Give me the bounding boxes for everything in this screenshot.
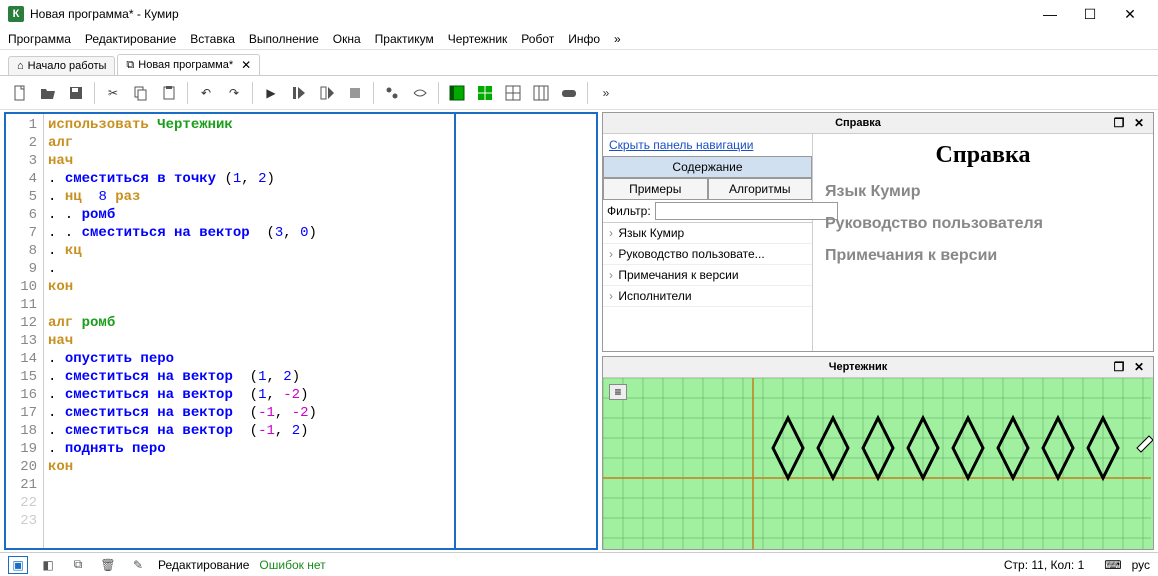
help-section-link[interactable]: Руководство пользователя [825,215,1141,233]
line-gutter: 1234567891011121314151617181920212223 [6,114,44,548]
title-bar: К Новая программа* - Кумир — ☐ ✕ [0,0,1158,28]
app-icon: К [8,6,24,22]
drawer-close-icon[interactable]: ✕ [1131,359,1147,375]
nav-tab-examples[interactable]: Примеры [603,178,708,200]
more-button[interactable]: » [594,81,618,105]
minimize-button[interactable]: — [1030,2,1070,26]
open-file-button[interactable] [36,81,60,105]
side-panels: Справка ❐ ✕ Скрыть панель навигации Соде… [598,110,1158,552]
code-editor[interactable]: использовать Чертежникалгнач. сместиться… [44,114,456,548]
tab-label: Новая программа* [138,59,233,71]
breakpoint-button[interactable] [380,81,404,105]
menu-Практикум[interactable]: Практикум [375,32,434,46]
paste-button[interactable] [157,81,181,105]
menu-Инфо[interactable]: Инфо [568,32,600,46]
help-panel-title: Справка [835,117,881,129]
drawer-panel: Чертежник ❐ ✕ ≡ [602,356,1154,550]
copy-button[interactable] [129,81,153,105]
maximize-button[interactable]: ☐ [1070,2,1110,26]
grid3-button[interactable] [501,81,525,105]
watch-button[interactable] [408,81,432,105]
undo-button[interactable]: ↶ [194,81,218,105]
status-errors: Ошибок нет [259,558,325,572]
status-bar: ▣ ◧ ⧉ 🗑 ✎ Редактирование Ошибок нет Стр:… [0,552,1158,576]
status-copy-icon[interactable]: ⧉ [68,556,88,574]
document-tabs: ⌂ Начало работы ⧉ Новая программа* ✕ [0,50,1158,76]
status-trash-icon[interactable]: 🗑 [98,556,118,574]
nav-tab-contents[interactable]: Содержание [603,156,812,178]
toolbar: ✂ ↶ ↷ ▶ » [0,76,1158,110]
filter-input[interactable] [655,202,838,220]
grid2-button[interactable] [473,81,497,105]
filter-label: Фильтр: [607,204,651,218]
help-tree-item[interactable]: › Руководство пользовате... [603,244,812,265]
menu-Выполнение[interactable]: Выполнение [249,32,319,46]
help-close-icon[interactable]: ✕ [1131,115,1147,131]
console-icon[interactable]: ▣ [8,556,28,574]
drawer-panel-title: Чертежник [829,361,888,373]
tab-icon: ⌂ [17,60,24,72]
help-tree: › Язык Кумир› Руководство пользовате...›… [603,222,812,351]
redo-button[interactable]: ↷ [222,81,246,105]
canvas-menu-icon[interactable]: ≡ [609,384,627,400]
run-button[interactable]: ▶ [259,81,283,105]
status-kbd-icon: ⌨ [1104,558,1121,572]
window-title: Новая программа* - Кумир [30,7,1030,21]
step-button[interactable] [287,81,311,105]
help-tree-item[interactable]: › Исполнители [603,286,812,307]
help-tree-item[interactable]: › Примечания к версии [603,265,812,286]
tab-icon: ⧉ [126,59,134,72]
save-button[interactable] [64,81,88,105]
main-area: 1234567891011121314151617181920212223 ис… [0,110,1158,552]
status-position: Стр: 11, Кол: 1 [1004,558,1084,572]
tab-label: Начало работы [28,60,107,72]
menu-Чертежник[interactable]: Чертежник [448,32,508,46]
menu-»[interactable]: » [614,32,621,46]
status-edit-icon[interactable]: ✎ [128,556,148,574]
doc-tab[interactable]: ⧉ Новая программа* ✕ [117,54,260,75]
editor-panel: 1234567891011121314151617181920212223 ис… [4,112,598,550]
menu-Редактирование[interactable]: Редактирование [85,32,176,46]
hide-nav-link[interactable]: Скрыть панель навигации [603,134,812,156]
grid1-button[interactable] [445,81,469,105]
menu-Вставка[interactable]: Вставка [190,32,235,46]
drawer-canvas[interactable]: ≡ [603,378,1153,549]
grid4-button[interactable] [529,81,553,105]
menu-Программа[interactable]: Программа [8,32,71,46]
help-restore-icon[interactable]: ❐ [1111,115,1127,131]
menu-Окна[interactable]: Окна [333,32,361,46]
menu-bar: Программа Редактирование Вставка Выполнение… [0,28,1158,50]
help-tree-item[interactable]: › Язык Кумир [603,223,812,244]
help-section-link[interactable]: Язык Кумир [825,183,1141,201]
new-file-button[interactable] [8,81,32,105]
games-button[interactable] [557,81,581,105]
status-mode: Редактирование [158,558,249,572]
help-nav-pane: Скрыть панель навигации Содержание Приме… [603,134,813,351]
close-button[interactable]: ✕ [1110,2,1150,26]
help-section-link[interactable]: Примечания к версии [825,247,1141,265]
tab-close-icon[interactable]: ✕ [241,58,251,72]
cut-button[interactable]: ✂ [101,81,125,105]
status-lang: рус [1132,558,1150,572]
help-panel: Справка ❐ ✕ Скрыть панель навигации Соде… [602,112,1154,352]
stop-button[interactable] [343,81,367,105]
menu-Робот[interactable]: Робот [521,32,554,46]
nav-tab-algorithms[interactable]: Алгоритмы [708,178,813,200]
editor-margin [456,114,596,548]
status-icon-1[interactable]: ◧ [38,556,58,574]
drawer-restore-icon[interactable]: ❐ [1111,359,1127,375]
help-doc-title: Справка [825,142,1141,169]
doc-tab[interactable]: ⌂ Начало работы [8,56,115,75]
help-document: Справка Язык Кумир Руководство пользовате… [813,134,1153,351]
step-into-button[interactable] [315,81,339,105]
